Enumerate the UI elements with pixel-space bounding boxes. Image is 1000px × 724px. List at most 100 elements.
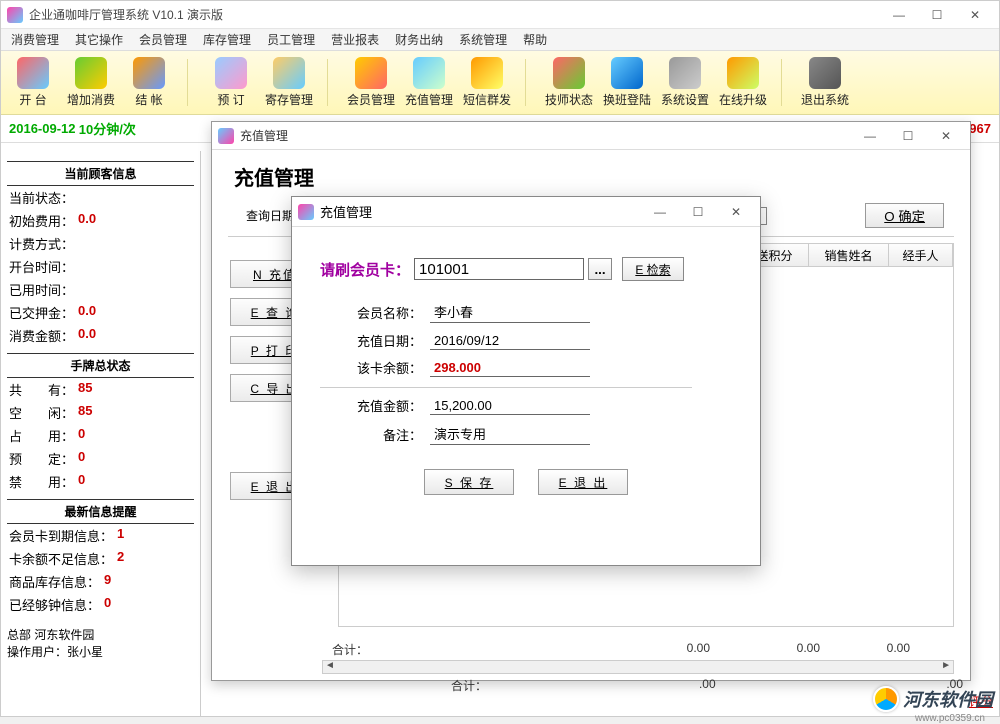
info-row: 卡余额不足信息：2 [7,547,194,570]
field-value[interactable]: 2016/09/12 [430,332,590,350]
dlg-exit-button[interactable]: E 退 出 [538,469,628,495]
horizontal-scrollbar[interactable] [322,660,954,674]
dialog-title: 充值管理 [320,202,642,221]
field-row: 充值日期：2016/09/12 [320,331,732,350]
maximize-button[interactable]: ☐ [919,3,955,27]
menu-item[interactable]: 库存管理 [197,29,257,50]
status-date: 2016-09-12 [9,121,76,136]
info-label: 空 闲： [9,403,74,422]
info-row: 禁 用：0 [7,470,194,493]
info-label: 开台时间： [9,257,74,276]
field-value[interactable]: 演示专用 [430,423,590,445]
info-row: 已经够钟信息：0 [7,593,194,616]
browse-button[interactable]: ... [588,258,612,280]
col-handler[interactable]: 经手人 [889,244,953,266]
status-right-number: 967 [969,121,991,136]
field-row: 备注：演示专用 [320,423,732,445]
tool-settings[interactable]: 系统设置 [659,55,711,110]
tool-exit[interactable]: 退出系统 [799,55,851,110]
field-value[interactable]: 298.000 [430,359,590,377]
info-row: 当前状态： [7,186,194,209]
info-label: 商品库存信息： [9,572,100,591]
menu-item[interactable]: 消费管理 [5,29,65,50]
watermark-text: 河东软件园 [903,686,993,712]
panel-guest-title: 当前顾客信息 [7,161,194,186]
recharge-heading: 充值管理 [228,162,954,191]
card-number-input[interactable] [414,258,584,280]
sidebar-footer-branch: 总部 河东软件园 [7,626,194,643]
info-label: 预 定： [9,449,74,468]
menu-item[interactable]: 帮助 [517,29,553,50]
checkout-icon [133,57,165,89]
reserve-icon [215,57,247,89]
search-button[interactable]: E 检索 [622,257,684,281]
tool-storage[interactable]: 寄存管理 [263,55,315,110]
sub-minimize-button[interactable]: — [852,124,888,148]
field-row: 会员名称：李小春 [320,301,732,323]
menu-item[interactable]: 系统管理 [453,29,513,50]
info-row: 商品库存信息：9 [7,570,194,593]
info-label: 已用时间： [9,280,74,299]
info-value: 1 [117,526,124,545]
sidebar-footer-user: 操作用户：张小星 [7,643,194,660]
tool-upgrade[interactable]: 在线升级 [717,55,769,110]
field-value[interactable]: 李小春 [430,301,590,323]
tool-recharge[interactable]: 充值管理 [403,55,455,110]
info-label: 已交押金： [9,303,74,322]
col-sales[interactable]: 销售姓名 [809,244,889,266]
menu-bar: 消费管理 其它操作 会员管理 库存管理 员工管理 营业报表 财务出纳 系统管理 … [1,29,999,51]
watermark-logo-icon [873,686,899,712]
tool-tech[interactable]: 技师状态 [543,55,595,110]
info-row: 消费金额：0.0 [7,324,194,347]
dlg-close-button[interactable]: ✕ [718,200,754,224]
info-row: 会员卡到期信息：1 [7,524,194,547]
menu-item[interactable]: 营业报表 [325,29,385,50]
tool-add-consume[interactable]: 增加消费 [65,55,117,110]
toolbar: 开 台 增加消费 结 帐 预 订 寄存管理 会员管理 充值管理 短信群发 技师状… [1,51,999,115]
minimize-button[interactable]: — [881,3,917,27]
exit-icon [809,57,841,89]
bottom-sum-1: .00 [498,677,745,694]
sub-close-button[interactable]: ✕ [928,124,964,148]
info-label: 消费金额： [9,326,74,345]
info-value: 0 [104,595,111,614]
field-label: 会员名称： [320,303,430,322]
dlg-maximize-button[interactable]: ☐ [680,200,716,224]
main-window: 企业通咖啡厅管理系统 V10.1 演示版 — ☐ ✕ 消费管理 其它操作 会员管… [0,0,1000,717]
sum-3: 0.00 [832,641,922,658]
sum-row: 合计： 0.00 0.00 0.00 [322,641,954,658]
tool-open[interactable]: 开 台 [7,55,59,110]
tool-sms[interactable]: 短信群发 [461,55,513,110]
info-row: 预 定：0 [7,447,194,470]
menu-item[interactable]: 其它操作 [69,29,129,50]
tool-reserve[interactable]: 预 订 [205,55,257,110]
gear-icon [669,57,701,89]
member-icon [355,57,387,89]
sub-maximize-button[interactable]: ☐ [890,124,926,148]
sidebar: 当前顾客信息 当前状态：初始费用：0.0计费方式：开台时间：已用时间：已交押金：… [1,151,201,716]
recharge-icon [413,57,445,89]
info-row: 占 用：0 [7,424,194,447]
field-value[interactable]: 15,200.00 [430,397,590,415]
menu-item[interactable]: 财务出纳 [389,29,449,50]
sum-2: 0.00 [722,641,832,658]
info-value: 0 [78,426,85,445]
menu-item[interactable]: 员工管理 [261,29,321,50]
menu-item[interactable]: 会员管理 [133,29,193,50]
close-button[interactable]: ✕ [957,3,993,27]
dlg-minimize-button[interactable]: — [642,200,678,224]
save-button[interactable]: S 保 存 [424,469,514,495]
confirm-button[interactable]: O 确定 [865,203,944,228]
sum-label: 合计： [322,641,422,658]
info-label: 计费方式： [9,234,74,253]
status-interval: 10分钟/次 [79,119,136,138]
info-row: 已用时间： [7,278,194,301]
tool-member[interactable]: 会员管理 [345,55,397,110]
info-label: 共 有： [9,380,74,399]
field-label: 该卡余额： [320,358,430,377]
bottom-sum-label: 合计： [411,677,498,694]
scan-prompt: 请刷会员卡： [320,259,410,280]
info-label: 当前状态： [9,188,74,207]
tool-checkout[interactable]: 结 帐 [123,55,175,110]
tool-shift[interactable]: 换班登陆 [601,55,653,110]
